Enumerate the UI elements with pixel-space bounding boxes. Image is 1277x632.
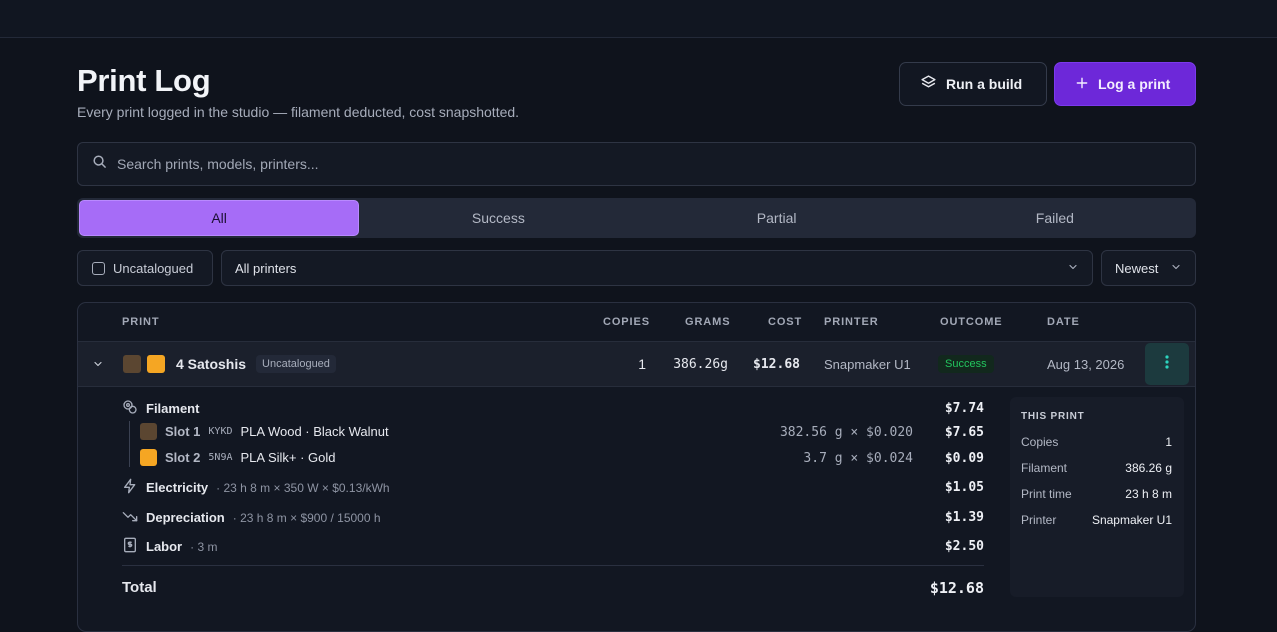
- slot-amount: $7.65: [944, 425, 984, 440]
- date-value: Aug 13, 2026: [1047, 356, 1125, 372]
- filament-line: Filament: [122, 399, 199, 418]
- this-print-panel: THIS PRINT Copies 1 Filament 386.26 g Pr…: [1010, 397, 1184, 597]
- tab-failed[interactable]: Failed: [916, 200, 1194, 236]
- header-print: PRINT: [122, 316, 160, 328]
- more-vertical-icon: [1165, 354, 1169, 374]
- slot-label: Slot 2: [165, 450, 201, 465]
- uncatalogued-label: Uncatalogued: [113, 260, 194, 276]
- grams-value: 386.26g: [673, 356, 728, 372]
- total-amount: $12.68: [929, 579, 984, 597]
- filter-bar: Uncatalogued All printers Newest: [77, 250, 1196, 286]
- printer-value: Snapmaker U1: [1091, 513, 1172, 527]
- log-print-label: Log a print: [1098, 76, 1171, 92]
- labor-label: Labor: [146, 539, 183, 554]
- cost-value: $12.68: [753, 356, 800, 372]
- copies-label: Copies: [1021, 435, 1059, 449]
- printer-value: Snapmaker U1: [824, 356, 911, 372]
- header-cost: COST: [768, 316, 803, 328]
- search-box[interactable]: [77, 142, 1196, 186]
- outcome-tabs: All Success Partial Failed: [77, 198, 1196, 238]
- tab-partial[interactable]: Partial: [638, 200, 916, 236]
- header-printer: PRINTER: [824, 316, 879, 328]
- plus-icon: [1075, 76, 1089, 93]
- labor-line: Labor · 3 m: [122, 537, 217, 556]
- this-print-heading: THIS PRINT: [1021, 411, 1085, 422]
- receipt-icon: [122, 537, 138, 556]
- depreciation-label: Depreciation: [146, 510, 225, 525]
- slot-row: Slot 2 5N9A PLA Silk+ · Gold: [140, 449, 336, 466]
- top-bar: [0, 0, 1277, 38]
- electricity-line: Electricity · 23 h 8 m × 350 W × $0.13/k…: [122, 478, 390, 497]
- chevron-down-icon: [1067, 261, 1079, 276]
- sort-select-value: Newest: [1115, 260, 1159, 276]
- slot-material: PLA Silk+ · Gold: [240, 450, 336, 465]
- lightning-icon: [122, 478, 138, 497]
- filament-icon: [122, 399, 138, 418]
- header-date: DATE: [1047, 316, 1080, 328]
- copies-value: 1: [1165, 435, 1172, 449]
- slot-swatch: [140, 449, 157, 466]
- log-print-button[interactable]: Log a print: [1054, 62, 1196, 106]
- status-badge: Success: [938, 355, 994, 373]
- uncatalogued-badge: Uncatalogued: [256, 355, 336, 373]
- electricity-amount: $1.05: [944, 480, 984, 495]
- filament-label: Filament: [1021, 461, 1068, 475]
- uncatalogued-checkbox[interactable]: Uncatalogued: [77, 250, 213, 286]
- printer-label: Printer: [1021, 513, 1057, 527]
- labor-amount: $2.50: [944, 539, 984, 554]
- printer-select-value: All printers: [235, 260, 297, 276]
- filament-amount: $7.74: [944, 401, 984, 416]
- tab-all[interactable]: All: [79, 200, 360, 236]
- swatch-gold: [147, 355, 165, 373]
- run-build-button[interactable]: Run a build: [899, 62, 1047, 106]
- slot-material: PLA Wood · Black Walnut: [240, 424, 389, 439]
- print-name: 4 Satoshis: [176, 356, 247, 372]
- filament-swatches: [123, 342, 165, 386]
- checkbox-box: [92, 261, 105, 275]
- table-row[interactable]: 4 Satoshis Uncatalogued 1 386.26g $12.68…: [78, 341, 1195, 387]
- depreciation-amount: $1.39: [944, 510, 984, 525]
- search-icon: [92, 154, 107, 174]
- header-outcome: OUTCOME: [940, 316, 1003, 328]
- header-grams: GRAMS: [685, 316, 731, 328]
- electricity-calc: · 23 h 8 m × 350 W × $0.13/kWh: [216, 480, 390, 495]
- outcome-cell: Success: [938, 342, 994, 386]
- print-time-label: Print time: [1021, 487, 1072, 501]
- slot-swatch: [140, 423, 157, 440]
- print-time-value: 23 h 8 m: [1125, 487, 1172, 501]
- chevron-down-icon[interactable]: [92, 342, 104, 386]
- run-build-label: Run a build: [946, 76, 1023, 92]
- slot-label: Slot 1: [165, 424, 201, 439]
- search-input[interactable]: [117, 156, 1017, 172]
- tab-success[interactable]: Success: [359, 200, 637, 236]
- total-label: Total: [122, 579, 157, 596]
- chevron-down-icon: [1170, 261, 1182, 276]
- slot-row: Slot 1 KYKD PLA Wood · Black Walnut: [140, 423, 389, 440]
- swatch-black-walnut: [123, 355, 141, 373]
- electricity-label: Electricity: [146, 480, 209, 495]
- labor-calc: · 3 m: [190, 539, 218, 554]
- print-name-cell: 4 Satoshis Uncatalogued: [176, 342, 336, 386]
- header-copies: COPIES: [603, 316, 650, 328]
- cost-breakdown: Filament $7.74 Slot 1 KYKD PLA Wood · Bl…: [78, 387, 1195, 631]
- slot-code: KYKD: [208, 426, 233, 437]
- slot-divider: [129, 421, 130, 467]
- sort-select[interactable]: Newest: [1101, 250, 1196, 286]
- page-subtitle: Every print logged in the studio — filam…: [77, 104, 520, 120]
- slot-amount: $0.09: [944, 451, 984, 466]
- total-divider: [122, 565, 984, 566]
- slot-code: 5N9A: [208, 452, 233, 463]
- filament-label: Filament: [146, 401, 200, 416]
- copies-value: 1: [638, 356, 646, 372]
- print-table: PRINT COPIES GRAMS COST PRINTER OUTCOME …: [77, 302, 1196, 632]
- trend-down-icon: [122, 508, 138, 527]
- depreciation-line: Depreciation · 23 h 8 m × $900 / 15000 h: [122, 508, 381, 527]
- depreciation-calc: · 23 h 8 m × $900 / 15000 h: [232, 510, 381, 525]
- filament-value: 386.26 g: [1125, 461, 1172, 475]
- layers-icon: [920, 74, 937, 94]
- row-menu-button[interactable]: [1145, 343, 1189, 385]
- page-title: Print Log: [77, 63, 211, 98]
- printer-select[interactable]: All printers: [221, 250, 1093, 286]
